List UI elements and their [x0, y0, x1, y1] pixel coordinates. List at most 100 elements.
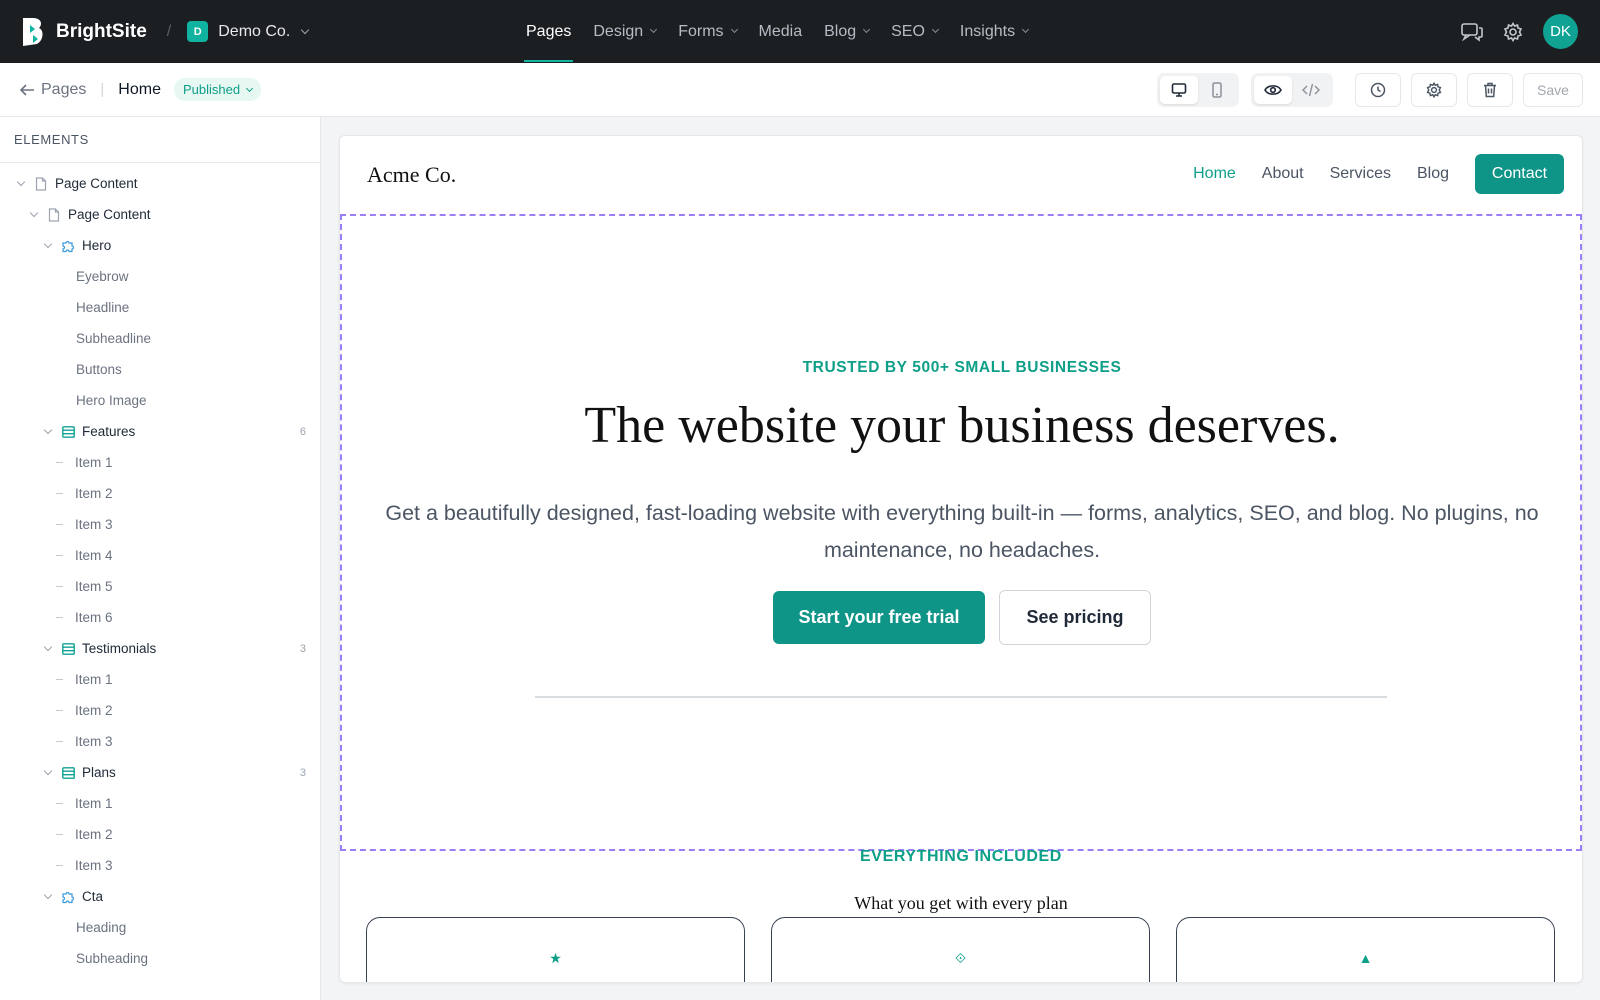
tree-item-label: Item 2 — [75, 827, 113, 842]
hero-image-placeholder[interactable] — [535, 696, 1387, 698]
desktop-icon[interactable] — [1160, 76, 1198, 104]
tree-item-label: Item 3 — [75, 858, 113, 873]
tree-item[interactable]: Hero — [0, 230, 320, 261]
chat-icon[interactable] — [1461, 21, 1483, 43]
gear-icon[interactable] — [1502, 21, 1524, 43]
save-button[interactable]: Save — [1523, 73, 1583, 107]
chevron-down-icon[interactable] — [43, 766, 53, 775]
tree-item-label: Item 5 — [75, 579, 113, 594]
chevron-down-icon[interactable] — [43, 239, 53, 248]
tree-connector — [56, 710, 63, 711]
tree-item[interactable]: Item 3 — [0, 726, 320, 757]
history-icon[interactable] — [1355, 73, 1401, 107]
tree-item-label: Item 6 — [75, 610, 113, 625]
tree-item[interactable]: Testimonials 3 — [0, 633, 320, 664]
chevron-down-icon[interactable] — [29, 208, 39, 217]
menu-seo[interactable]: SEO — [891, 0, 939, 63]
tree-item[interactable]: Cta — [0, 881, 320, 912]
feature-card[interactable]: ★ — [366, 917, 745, 982]
chevron-down-icon[interactable] — [43, 890, 53, 899]
tree-connector — [56, 617, 63, 618]
workspace-switcher[interactable]: D Demo Co. — [187, 21, 310, 42]
page-title: Home — [118, 80, 161, 98]
menu-blog[interactable]: Blog — [824, 0, 871, 63]
chevron-down-icon[interactable] — [43, 642, 53, 651]
tree-item-label: Subheadline — [76, 331, 152, 346]
tree-item[interactable]: Subheading — [0, 943, 320, 974]
tree-item[interactable]: Item 4 — [0, 540, 320, 571]
puzzle-icon — [61, 239, 75, 253]
tree-item-label: Item 1 — [75, 672, 113, 687]
tree-item-label: Item 2 — [75, 703, 113, 718]
tree-item[interactable]: Buttons — [0, 354, 320, 385]
tree-connector — [56, 803, 63, 804]
trash-icon[interactable] — [1467, 73, 1513, 107]
list-icon — [61, 425, 75, 439]
tree-item[interactable]: Headline — [0, 292, 320, 323]
menu-insights[interactable]: Insights — [960, 0, 1030, 63]
status-badge[interactable]: Published — [173, 78, 262, 101]
avatar[interactable]: DK — [1543, 14, 1578, 49]
tree-item[interactable]: Subheadline — [0, 323, 320, 354]
tree-item[interactable]: Page Content — [0, 199, 320, 230]
tree-item[interactable]: Plans 3 — [0, 757, 320, 788]
menu-pages[interactable]: Pages — [523, 0, 574, 63]
tree-item-label: Eyebrow — [76, 269, 129, 284]
star-icon: ★ — [549, 950, 562, 966]
tree-item-label: Buttons — [76, 362, 122, 377]
tree-connector — [56, 865, 63, 866]
back-label: Pages — [41, 80, 87, 98]
hero-section-selected[interactable]: TRUSTED BY 500+ SMALL BUSINESSES The web… — [340, 214, 1582, 851]
eye-icon[interactable] — [1254, 76, 1292, 104]
tree-item[interactable]: Item 1 — [0, 664, 320, 695]
tree-connector — [56, 741, 63, 742]
chevron-down-icon — [650, 25, 658, 34]
tree-item[interactable]: Item 3 — [0, 509, 320, 540]
tree-item[interactable]: Item 6 — [0, 602, 320, 633]
tree-item[interactable]: Hero Image — [0, 385, 320, 416]
back-to-pages-link[interactable]: Pages — [19, 81, 86, 99]
hero-subheadline[interactable]: Get a beautifully designed, fast-loading… — [367, 495, 1557, 569]
features-title[interactable]: What you get with every plan — [340, 893, 1582, 914]
tree-item[interactable]: Heading — [0, 912, 320, 943]
site-nav-about[interactable]: About — [1262, 165, 1304, 183]
tree-connector — [56, 679, 63, 680]
features-eyebrow[interactable]: EVERYTHING INCLUDED — [340, 848, 1582, 866]
file-icon — [47, 207, 61, 222]
tree-item[interactable]: Item 5 — [0, 571, 320, 602]
feature-card[interactable]: ⟐ — [771, 917, 1150, 982]
site-logo[interactable]: Acme Co. — [367, 162, 456, 188]
tree-item[interactable]: Eyebrow — [0, 261, 320, 292]
site-nav-home[interactable]: Home — [1193, 165, 1236, 183]
hero-headline[interactable]: The website your business deserves. — [342, 396, 1582, 455]
tree-item[interactable]: Item 2 — [0, 695, 320, 726]
mobile-icon[interactable] — [1198, 76, 1236, 104]
code-icon[interactable] — [1292, 76, 1330, 104]
tree-item[interactable]: Item 2 — [0, 478, 320, 509]
sidebar-title: ELEMENTS — [0, 117, 320, 163]
tree-item[interactable]: Item 1 — [0, 788, 320, 819]
hero-eyebrow[interactable]: TRUSTED BY 500+ SMALL BUSINESSES — [342, 359, 1582, 377]
top-right-actions: DK — [1461, 0, 1600, 63]
tree-item-count: 3 — [299, 642, 306, 655]
site-nav-blog[interactable]: Blog — [1417, 165, 1449, 183]
menu-forms[interactable]: Forms — [678, 0, 738, 63]
start-trial-button[interactable]: Start your free trial — [773, 591, 985, 644]
menu-media[interactable]: Media — [759, 0, 803, 63]
settings-icon[interactable] — [1411, 73, 1457, 107]
brand[interactable]: BrightSite — [21, 16, 147, 48]
chevron-down-icon[interactable] — [43, 425, 53, 434]
site-nav-services[interactable]: Services — [1330, 165, 1391, 183]
tree-item[interactable]: Page Content — [0, 168, 320, 199]
site-contact-button[interactable]: Contact — [1475, 154, 1564, 194]
menu-design[interactable]: Design — [593, 0, 658, 63]
tree-connector — [56, 524, 63, 525]
see-pricing-button[interactable]: See pricing — [999, 590, 1151, 645]
chevron-down-icon[interactable] — [16, 177, 26, 186]
tree-connector — [56, 586, 63, 587]
tree-item[interactable]: Features 6 — [0, 416, 320, 447]
tree-item[interactable]: Item 3 — [0, 850, 320, 881]
tree-item[interactable]: Item 1 — [0, 447, 320, 478]
tree-item[interactable]: Item 2 — [0, 819, 320, 850]
feature-card[interactable]: ▲ — [1176, 917, 1555, 982]
